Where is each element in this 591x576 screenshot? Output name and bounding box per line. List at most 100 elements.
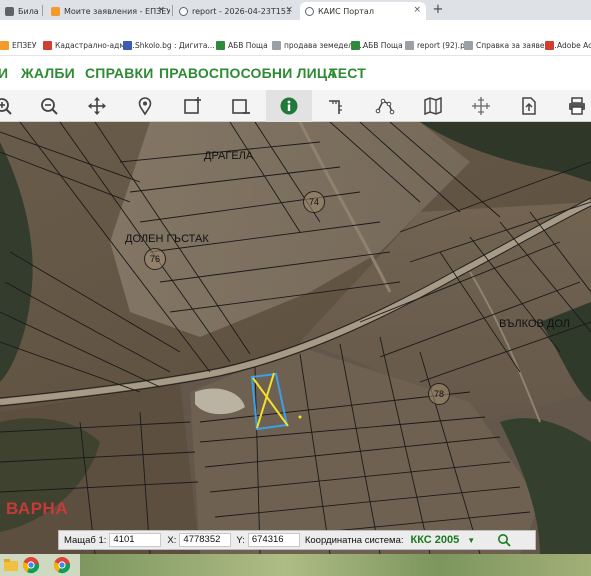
- tab-separator: [172, 5, 173, 16]
- bookmark-favicon-icon: [272, 40, 281, 50]
- info-icon: [280, 97, 298, 115]
- y-coordinate-label: Y:: [236, 534, 245, 546]
- zoom-out-button[interactable]: [34, 90, 64, 122]
- locality-label: ДОЛЕН ГЪСТАК: [125, 233, 209, 245]
- map-layers-button[interactable]: [418, 90, 448, 122]
- tab-title: report - 2026-04-23T153419.56: [192, 6, 290, 16]
- scale-label: Мащаб 1:: [64, 534, 107, 546]
- bookmark-item[interactable]: report (92).pdf: [405, 39, 472, 51]
- chevron-down-icon[interactable]: ▼: [467, 536, 475, 545]
- bookmark-label: Adobe Acro: [557, 40, 591, 50]
- coordinate-system-select[interactable]: ККС 2005: [411, 534, 460, 546]
- bookmark-label: Shkolo.bg : Дигита...: [135, 40, 215, 50]
- road-number-shield: 74: [303, 191, 325, 213]
- pan-button[interactable]: [82, 90, 112, 122]
- bookmark-label: АБВ Поща: [228, 40, 268, 50]
- bookmark-favicon-icon: [0, 40, 9, 50]
- tab-favicon-icon: [51, 6, 60, 16]
- road-number-shield: 78: [428, 383, 450, 405]
- bookmark-item[interactable]: АБВ Поща: [351, 39, 403, 51]
- bookmarks-bar: ЕПЗЕУ Кадастрално-адми... Shkolo.bg : Ди…: [0, 34, 591, 56]
- deselect-button[interactable]: [226, 90, 256, 122]
- map-toolbar: [0, 90, 591, 122]
- tab-favicon-icon: [5, 6, 14, 16]
- info-button[interactable]: [266, 90, 312, 122]
- bookmark-item[interactable]: Справка за заявен...: [464, 39, 557, 51]
- bookmark-favicon-icon: [405, 40, 414, 50]
- locality-label: ДРАГЕЛА: [204, 150, 254, 162]
- browser-tab-active[interactable]: КАИС Портал ×: [300, 2, 426, 20]
- x-coordinate-label: X:: [167, 534, 177, 546]
- nav-item-test[interactable]: ТЕСТ: [329, 65, 366, 81]
- chrome-icon[interactable]: [53, 556, 71, 574]
- tab-title: Била, об: [18, 6, 38, 16]
- bookmark-item[interactable]: ЕПЗЕУ: [0, 39, 37, 51]
- map-layers-icon: [424, 96, 442, 116]
- x-coordinate-value: 4778352: [179, 533, 232, 547]
- nav-item-licensed-persons[interactable]: ПРАВОСПОСОБНИ ЛИЦА: [159, 65, 338, 81]
- bookmark-item[interactable]: Adobe Acro: [545, 39, 591, 51]
- pan-icon: [88, 97, 106, 115]
- map-viewport[interactable]: ДРАГЕЛА ДОЛЕН ГЪСТАК ВЪЛКОВ ДОЛ ВАРНА 74…: [0, 122, 591, 554]
- crosshair-icon: [472, 97, 490, 115]
- scale-input[interactable]: 4101: [109, 533, 162, 547]
- taskbar-wallpaper-strip: [80, 554, 591, 576]
- browser-tab[interactable]: report - 2026-04-23T153419.56 ×: [174, 2, 298, 20]
- measure-area-button[interactable]: [370, 90, 400, 122]
- satellite-parcel-map: [0, 122, 591, 554]
- close-tab-icon[interactable]: ×: [157, 5, 165, 15]
- coordinate-system-label: Координатна система:: [304, 534, 404, 546]
- crosshair-button[interactable]: [466, 90, 496, 122]
- tab-separator: [42, 5, 43, 16]
- search-icon[interactable]: [497, 533, 511, 547]
- globe-icon: [305, 6, 314, 16]
- bookmark-item[interactable]: АБВ Поща: [216, 39, 268, 51]
- os-taskbar: [0, 554, 591, 576]
- address-bar-area: [0, 20, 591, 34]
- bookmark-item[interactable]: Shkolo.bg : Дигита...: [123, 39, 215, 51]
- print-icon: [569, 97, 585, 115]
- zoom-in-icon: [0, 98, 12, 115]
- locality-label: ВЪЛКОВ ДОЛ: [499, 318, 570, 330]
- zoom-in-button[interactable]: [0, 90, 18, 122]
- file-explorer-icon[interactable]: [2, 556, 20, 574]
- close-tab-icon[interactable]: ×: [413, 5, 421, 15]
- export-icon: [522, 97, 536, 115]
- zoom-out-icon: [41, 98, 58, 115]
- tab-title: Моите заявления - ЕПЗЕУ: [64, 6, 170, 16]
- site-navigation: И ЖАЛБИ СПРАВКИ ПРАВОСПОСОБНИ ЛИЦА ТЕСТ: [0, 56, 591, 90]
- location-button[interactable]: [130, 90, 160, 122]
- bookmark-label: ЕПЗЕУ: [12, 40, 37, 50]
- location-pin-icon: [138, 97, 152, 116]
- deselect-icon: [232, 99, 250, 114]
- measure-distance-icon: [329, 100, 342, 114]
- nav-item-complaints[interactable]: ЖАЛБИ: [21, 65, 75, 81]
- export-button[interactable]: [514, 90, 544, 122]
- tab-title: КАИС Портал: [318, 6, 374, 16]
- measure-area-icon: [375, 98, 395, 115]
- browser-tab[interactable]: Била, об: [0, 2, 38, 20]
- bookmark-favicon-icon: [123, 40, 132, 50]
- y-coordinate-value: 674316: [247, 533, 300, 547]
- close-tab-icon[interactable]: ×: [285, 5, 293, 15]
- nav-item[interactable]: И: [0, 65, 8, 81]
- map-status-bar: Мащаб 1: 4101 X: 4778352 Y: 674316 Коорд…: [58, 530, 536, 550]
- select-rectangle-icon: [184, 97, 201, 114]
- road-number-shield: 76: [144, 248, 166, 270]
- globe-icon: [179, 6, 188, 16]
- bookmark-favicon-icon: [43, 40, 52, 50]
- browser-tab-strip: Била, об Моите заявления - ЕПЗЕУ × repor…: [0, 0, 591, 20]
- city-label: ВАРНА: [6, 499, 69, 518]
- select-rectangle-button[interactable]: [178, 90, 208, 122]
- bookmark-favicon-icon: [464, 40, 473, 50]
- bookmark-favicon-icon: [351, 40, 360, 50]
- bookmark-favicon-icon: [216, 40, 225, 50]
- chrome-icon[interactable]: [22, 556, 40, 574]
- bookmark-label: АБВ Поща: [363, 40, 403, 50]
- measure-distance-button[interactable]: [322, 90, 352, 122]
- nav-item-references[interactable]: СПРАВКИ: [85, 65, 154, 81]
- print-button[interactable]: [562, 90, 591, 122]
- bookmark-favicon-icon: [545, 40, 554, 50]
- browser-tab[interactable]: Моите заявления - ЕПЗЕУ ×: [46, 2, 170, 20]
- new-tab-button[interactable]: +: [430, 2, 446, 18]
